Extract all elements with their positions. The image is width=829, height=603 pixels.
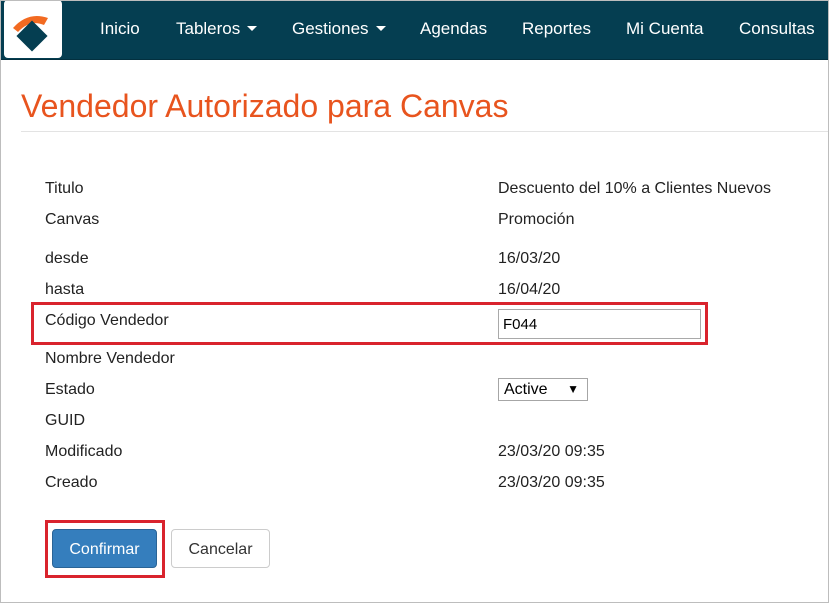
nav-inicio-label: Inicio [100, 19, 140, 38]
chevron-down-icon [375, 26, 386, 32]
titulo-label: Titulo [45, 180, 84, 197]
nav-gestiones-label: Gestiones [292, 19, 369, 38]
canvas-value: Promoción [498, 211, 575, 228]
nav-agendas-label: Agendas [420, 19, 488, 38]
creado-value: 23/03/20 09:35 [498, 474, 605, 491]
nav-gestiones[interactable]: Gestiones [292, 0, 386, 58]
nav-mi-cuenta[interactable]: Mi Cuenta [626, 0, 703, 58]
nav-reportes[interactable]: Reportes [522, 0, 591, 58]
confirm-button[interactable]: Confirmar [52, 529, 157, 568]
estado-label: Estado [45, 381, 95, 398]
title-divider [21, 131, 829, 132]
hasta-label: hasta [45, 281, 85, 298]
creado-label: Creado [45, 474, 98, 491]
codigo-vendedor-input[interactable] [498, 309, 701, 339]
top-navbar: Inicio Tableros Gestiones Agendas Report… [0, 0, 829, 60]
nav-inicio[interactable]: Inicio [100, 0, 140, 58]
titulo-value: Descuento del 10% a Clientes Nuevos [498, 180, 772, 197]
desde-label: desde [45, 250, 89, 267]
nombre-vendedor-label: Nombre Vendedor [45, 350, 175, 367]
nav-tableros[interactable]: Tableros [176, 0, 258, 58]
nav-reportes-label: Reportes [522, 19, 591, 38]
canvas-label: Canvas [45, 211, 100, 228]
nav-mi-cuenta-label: Mi Cuenta [626, 19, 704, 38]
chevron-down-icon [247, 26, 258, 32]
nav-consultas[interactable]: Consultas [739, 0, 815, 58]
nav-agendas[interactable]: Agendas [420, 0, 487, 58]
company-logo-icon[interactable] [4, 0, 62, 58]
modificado-value: 23/03/20 09:35 [498, 443, 605, 460]
hasta-value: 16/04/20 [498, 281, 561, 298]
page-title: Vendedor Autorizado para Canvas [21, 88, 509, 124]
nav-tableros-label: Tableros [176, 19, 241, 38]
cancel-button[interactable]: Cancelar [171, 529, 270, 568]
nav-consultas-label: Consultas [739, 19, 815, 38]
codigo-vendedor-label: Código Vendedor [45, 312, 169, 329]
estado-select[interactable]: Active ▼ [498, 378, 588, 401]
modificado-label: Modificado [45, 443, 123, 460]
guid-label: GUID [45, 412, 85, 429]
dropdown-arrow-icon: ▼ [567, 382, 579, 396]
desde-value: 16/03/20 [498, 250, 561, 267]
estado-selected-value: Active [504, 381, 548, 398]
